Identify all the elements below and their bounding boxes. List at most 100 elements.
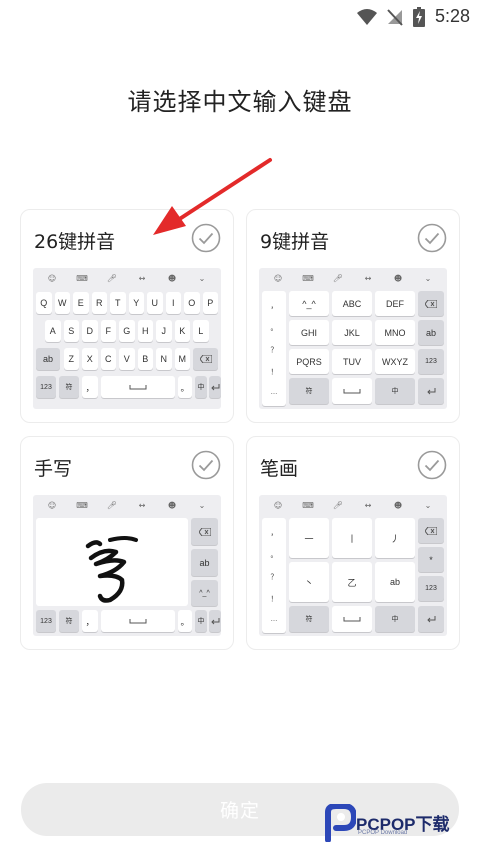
option-card-pinyin26[interactable]: 26键拼音 ☺ ⌨ 🎤︎ ↔ ☻ ⌄ Q W E R T Y U I O P A… [20, 209, 234, 423]
space-icon [129, 385, 147, 390]
pcpop-logo-icon [325, 804, 356, 842]
space-icon [343, 617, 361, 622]
lang-label: 中 [197, 618, 205, 625]
mic-icon: 🎤︎ [106, 500, 118, 510]
key: I [165, 292, 181, 314]
check-circle-icon[interactable] [417, 450, 447, 480]
enter-key [209, 610, 221, 632]
page-title: 请选择中文输入键盘 [127, 88, 353, 116]
mic-icon: 🎤︎ [106, 273, 118, 283]
key-ab: ab [36, 348, 60, 370]
annotation-arrow-icon [153, 158, 272, 235]
cursor-icon: ↔ [364, 273, 372, 283]
space-icon [343, 389, 361, 394]
key: L [193, 320, 209, 342]
key-symbols: 符 [289, 606, 329, 632]
key-period: 。 [178, 610, 192, 632]
key: Z [63, 348, 79, 370]
key: H [137, 320, 153, 342]
keyboard-preview-9: ☺ ⌨ 🎤︎ ↔ ☻ ⌄ ， 。 ？ ！ … ^_^ ABC DEF GHI J… [259, 268, 447, 409]
space-key [101, 376, 175, 398]
backspace-key [193, 348, 218, 370]
key: K [174, 320, 190, 342]
key: ^_^ [289, 291, 329, 316]
check-circle-icon[interactable] [417, 223, 447, 253]
emoji-icon: ☺ [47, 273, 57, 283]
enter-icon [426, 387, 435, 394]
key-comma: ， [82, 610, 98, 632]
punct-item: ， [270, 303, 278, 310]
space-icon [129, 619, 147, 624]
backspace-icon [425, 299, 437, 308]
status-time: 5:28 [434, 6, 470, 26]
keyboard-toolbar: ☺ ⌨ 🎤︎ ↔ ☻ ⌄ [259, 495, 447, 515]
option-card-pinyin9[interactable]: 9键拼音 ☺ ⌨ 🎤︎ ↔ ☻ ⌄ ， 。 ？ ！ … ^_^ ABC DEF … [246, 209, 460, 423]
key: MNO [375, 320, 415, 345]
chevron-down-icon: ⌄ [198, 273, 206, 283]
punctuation-column: ， 。 ？ ！ … [262, 518, 286, 633]
key-lang: 中 [375, 606, 415, 632]
keyboard-icon: ⌨ [302, 500, 314, 510]
lang-label: 中 [197, 384, 205, 391]
watermark-sub: PCPOP Download [358, 830, 408, 836]
key-123: 123 [36, 376, 56, 398]
punctuation-column: ， 。 ？ ！ … [262, 291, 286, 406]
key: M [174, 348, 190, 370]
punct-item: … [270, 389, 278, 396]
key-wildcard: * [418, 547, 444, 572]
status-bar: 5:28 [0, 0, 480, 34]
check-circle-icon[interactable] [191, 450, 221, 480]
key: S [63, 320, 79, 342]
key: O [184, 292, 200, 314]
lang-label: 中 [391, 388, 399, 395]
key-emoticon: ^_^ [191, 580, 218, 606]
keyboard-toolbar: ☺ ⌨ 🎤︎ ↔ ☻ ⌄ [33, 495, 221, 515]
key: 一 [289, 518, 329, 558]
key: Q [36, 292, 52, 314]
key: U [147, 292, 163, 314]
key: V [119, 348, 135, 370]
key: T [110, 292, 126, 314]
key-symbols: 符 [289, 378, 329, 404]
key: F [100, 320, 116, 342]
keyboard-toolbar: ☺ ⌨ 🎤︎ ↔ ☻ ⌄ [259, 268, 447, 288]
wifi-icon [356, 8, 377, 25]
backspace-key [191, 518, 218, 545]
enter-key [418, 606, 444, 632]
backspace-key [418, 291, 444, 316]
keyboard-toolbar: ☺ ⌨ 🎤︎ ↔ ☻ ⌄ [33, 268, 221, 288]
key: C [100, 348, 116, 370]
key: X [82, 348, 98, 370]
option-label: 26键拼音 [34, 231, 116, 253]
punct-item: ？ [270, 574, 278, 581]
enter-icon [426, 615, 435, 622]
space-key [101, 610, 175, 632]
check-circle-icon[interactable] [191, 223, 221, 253]
lang-label: 中 [391, 616, 399, 623]
enter-key [209, 376, 221, 398]
backspace-icon [425, 526, 437, 535]
key: TUV [332, 349, 372, 374]
handwriting-stroke-icon [85, 536, 138, 603]
key: ABC [332, 291, 372, 316]
key-ab: ab [191, 549, 218, 576]
smile-icon: ☻ [167, 500, 177, 510]
mic-icon: 🎤︎ [332, 273, 344, 283]
space-key [332, 606, 372, 632]
punct-item: ！ [270, 369, 278, 376]
option-card-stroke[interactable]: 笔画 ☺ ⌨ 🎤︎ ↔ ☻ ⌄ ， 。 ？ ！ … 一 丨 丿 丶 乙 ab *… [246, 436, 460, 650]
keyboard-preview-26: ☺ ⌨ 🎤︎ ↔ ☻ ⌄ Q W E R T Y U I O P A S D F… [33, 268, 221, 409]
cursor-icon: ↔ [138, 500, 146, 510]
cursor-icon: ↔ [364, 500, 372, 510]
space-key [332, 378, 372, 404]
watermark: PCPOP下载 PCPOP Download [322, 804, 472, 846]
key: 丿 [375, 518, 415, 558]
key: E [73, 292, 89, 314]
backspace-icon [198, 527, 211, 536]
key: 丨 [332, 518, 372, 558]
enter-icon [210, 617, 219, 624]
chevron-down-icon: ⌄ [424, 500, 432, 510]
key-123: 123 [36, 610, 56, 632]
option-label: 9键拼音 [260, 231, 330, 253]
option-card-handwriting[interactable]: 手写 ☺ ⌨ 🎤︎ ↔ ☻ ⌄ ab ^_^ 123 符 ， 。 中 [20, 436, 234, 650]
